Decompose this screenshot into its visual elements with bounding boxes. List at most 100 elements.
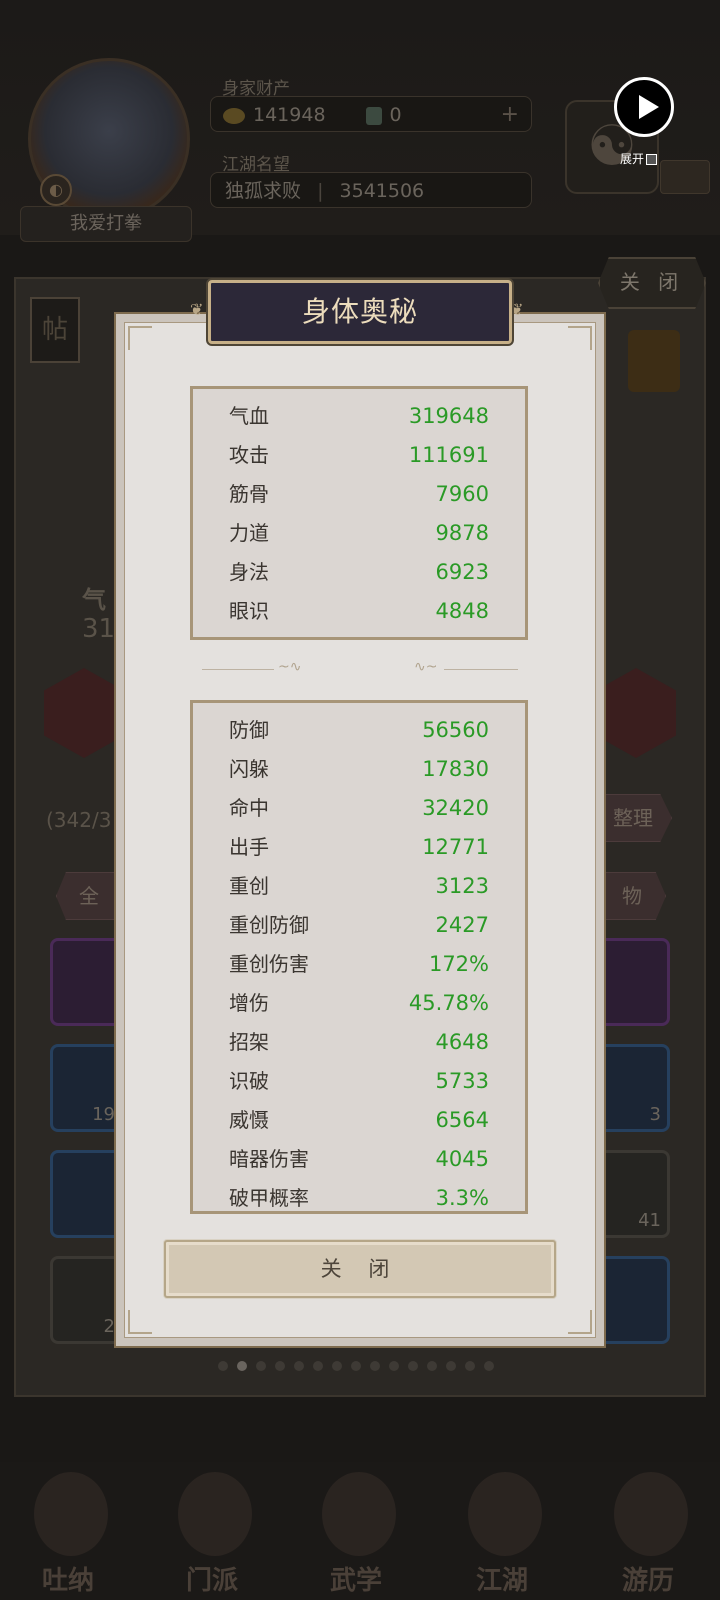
page-dot[interactable] xyxy=(465,1361,475,1371)
dialog-title: 身体奥秘 xyxy=(301,295,418,328)
nav-label: 游历 xyxy=(621,1566,674,1596)
coin-amount: 141948 xyxy=(253,104,326,126)
stat-value: 172% xyxy=(428,952,489,976)
slot-count: 3 xyxy=(649,1104,661,1125)
stat-row: 命中 32420 xyxy=(229,789,489,828)
slot-count: 41 xyxy=(638,1210,661,1231)
stat-row: 暗器伤害 4045 xyxy=(229,1140,489,1179)
stat-row: 气血 319648 xyxy=(229,397,489,436)
page-dot[interactable] xyxy=(351,1361,361,1371)
background-close-button[interactable]: 关 闭 xyxy=(598,257,706,309)
forbidden-icon[interactable] xyxy=(628,330,680,392)
add-currency-button[interactable]: + xyxy=(501,97,519,133)
stat-row: 出手 12771 xyxy=(229,828,489,867)
stat-row: 招架 4648 xyxy=(229,1023,489,1062)
page-dot[interactable] xyxy=(408,1361,418,1371)
stat-name: 增伤 xyxy=(229,991,269,1015)
nav-martial-arts[interactable]: 武学 xyxy=(306,1462,406,1600)
stat-row: 筋骨 7960 xyxy=(229,475,489,514)
close-button[interactable]: 关 闭 xyxy=(164,1240,556,1298)
stat-name: 破甲概率 xyxy=(229,1186,309,1210)
sect-icon xyxy=(178,1472,252,1556)
slot-count: 19 xyxy=(92,1104,115,1125)
nav-travel[interactable]: 游历 xyxy=(598,1462,698,1600)
tuna-icon xyxy=(34,1472,108,1556)
title-wing-left-icon: ❦ xyxy=(190,300,204,319)
vip-icon: ◐ xyxy=(40,174,72,206)
nav-sect[interactable]: 门派 xyxy=(162,1462,262,1600)
inventory-slot[interactable] xyxy=(50,1150,124,1238)
stat-value: 12771 xyxy=(422,835,489,859)
page-dot[interactable] xyxy=(427,1361,437,1371)
fame-value: 3541506 xyxy=(339,180,425,202)
expand-play-button[interactable] xyxy=(614,77,674,137)
stat-value: 56560 xyxy=(422,718,489,742)
tab-all[interactable]: 全 xyxy=(56,872,122,920)
wealth-bar: 141948 0 + xyxy=(210,96,532,132)
page-dot[interactable] xyxy=(275,1361,285,1371)
inventory-slot[interactable]: 3 xyxy=(596,1044,670,1132)
ornament-corner xyxy=(568,326,592,350)
page-dot[interactable] xyxy=(332,1361,342,1371)
inventory-slot[interactable] xyxy=(596,1256,670,1344)
stat-row: 破甲概率 3.3% xyxy=(229,1179,489,1211)
section-divider: ~∿ ∿~ xyxy=(202,659,518,675)
stat-name: 防御 xyxy=(229,718,269,742)
stat-name: 力道 xyxy=(229,521,269,545)
stat-name: 命中 xyxy=(229,796,269,820)
stat-name: 筋骨 xyxy=(229,482,269,506)
inventory-slot[interactable]: 2 xyxy=(50,1256,124,1344)
page-dot[interactable] xyxy=(294,1361,304,1371)
stat-name: 重创防御 xyxy=(229,913,309,937)
separator: | xyxy=(317,180,324,202)
page-dot[interactable] xyxy=(370,1361,380,1371)
stat-value: 4648 xyxy=(435,1030,489,1054)
stat-name: 威慑 xyxy=(229,1108,269,1132)
ticket-icon xyxy=(365,106,382,125)
ornament-corner xyxy=(568,1310,592,1334)
coin-icon xyxy=(223,107,245,124)
stat-row: 闪躲 17830 xyxy=(229,750,489,789)
stat-value: 45.78% xyxy=(408,991,489,1015)
expand-label[interactable]: 展开 xyxy=(620,150,658,167)
page-dot[interactable] xyxy=(446,1361,456,1371)
ornament-corner xyxy=(128,326,152,350)
inventory-slot[interactable]: 41 xyxy=(596,1150,670,1238)
stat-name: 闪躲 xyxy=(229,757,269,781)
page-dot[interactable] xyxy=(237,1361,247,1371)
stat-row: 重创伤害 172% xyxy=(229,945,489,984)
fame-title: 独孤求败 xyxy=(225,180,302,202)
stat-row: 眼识 4848 xyxy=(229,592,489,631)
inventory-slot[interactable]: 19 xyxy=(50,1044,124,1132)
hp-value-partial: 31 xyxy=(82,614,116,644)
divider-ornament-icon: ~∿ xyxy=(278,659,302,675)
nav-jianghu[interactable]: 江湖 xyxy=(452,1462,552,1600)
secondary-stats-panel[interactable]: 防御 56560 闪躲 17830 命中 32420 出手 12771 重创 3123 重创防御 24… xyxy=(190,700,528,1214)
stat-value: 319648 xyxy=(408,404,489,428)
page-dot[interactable] xyxy=(389,1361,399,1371)
stat-name: 身法 xyxy=(229,560,269,584)
nav-tuna[interactable]: 吐纳 xyxy=(18,1462,118,1600)
secondary-stats-list: 防御 56560 闪躲 17830 命中 32420 出手 12771 重创 3123 重创防御 24… xyxy=(229,711,489,1211)
inventory-slot[interactable] xyxy=(596,938,670,1026)
mail-icon[interactable] xyxy=(660,160,710,194)
page-dot[interactable] xyxy=(256,1361,266,1371)
nav-label: 江湖 xyxy=(475,1566,528,1596)
page-dot[interactable] xyxy=(313,1361,323,1371)
stat-name: 眼识 xyxy=(229,599,269,623)
nav-label: 门派 xyxy=(185,1566,238,1596)
page-dot[interactable] xyxy=(484,1361,494,1371)
inventory-slot[interactable] xyxy=(50,938,124,1026)
bottom-nav: 吐纳 门派 武学 江湖 游历 xyxy=(0,1462,720,1600)
stat-name: 暗器伤害 xyxy=(229,1147,309,1171)
stat-row: 攻击 111691 xyxy=(229,436,489,475)
stat-name: 重创伤害 xyxy=(229,952,309,976)
travel-icon xyxy=(614,1472,688,1556)
tab-items[interactable]: 物 xyxy=(598,872,666,920)
stat-value: 6923 xyxy=(435,560,489,584)
page-dot[interactable] xyxy=(218,1361,228,1371)
stat-row: 身法 6923 xyxy=(229,553,489,592)
tie-icon[interactable]: 帖 xyxy=(30,297,80,363)
stat-row: 增伤 45.78% xyxy=(229,984,489,1023)
stat-value: 32420 xyxy=(422,796,489,820)
